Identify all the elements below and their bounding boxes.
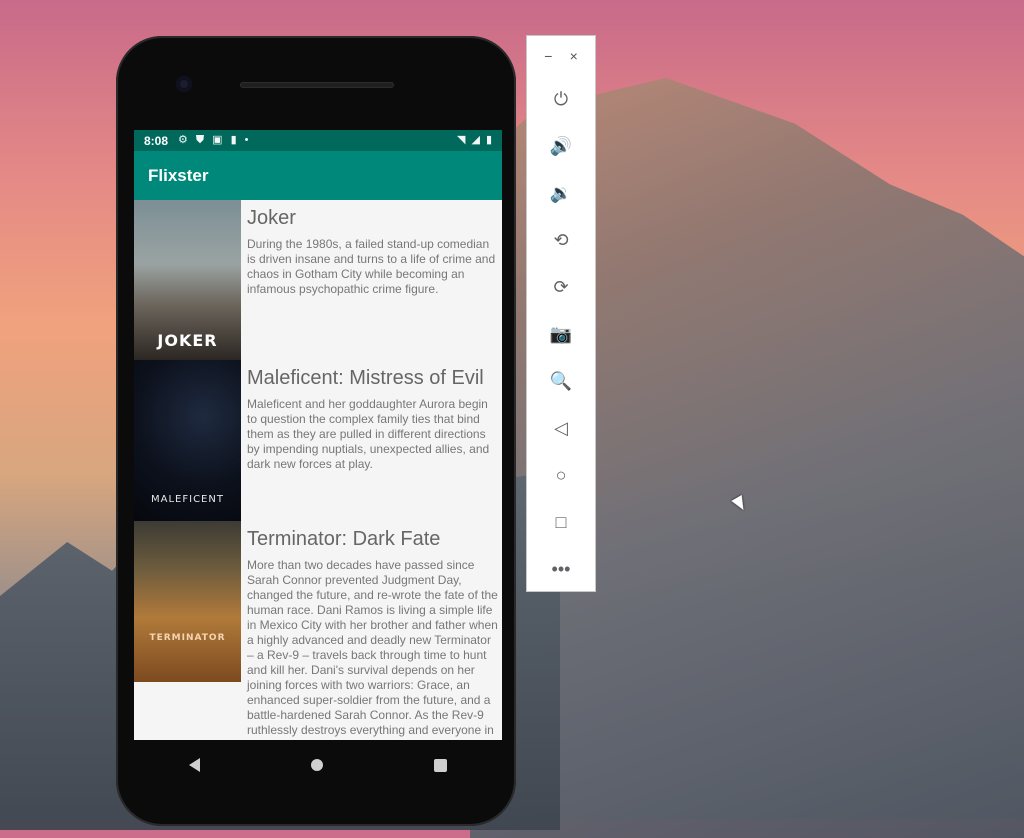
sd-card-icon: ▮ bbox=[230, 134, 237, 146]
home-icon[interactable]: ○ bbox=[527, 452, 595, 499]
status-right-icons: ◥ ◢ ▮ bbox=[457, 135, 492, 146]
movie-title: Maleficent: Mistress of Evil bbox=[247, 367, 484, 389]
volume-up-icon[interactable]: 🔊 bbox=[527, 123, 595, 170]
nav-back-icon[interactable] bbox=[189, 758, 201, 772]
movie-list[interactable]: JOKER Joker During the 1980s, a failed s… bbox=[134, 200, 502, 740]
list-item[interactable]: MALEFICENT Maleficent: Mistress of Evil … bbox=[134, 360, 502, 521]
close-icon[interactable]: × bbox=[570, 48, 578, 64]
list-item[interactable]: JOKER Joker During the 1980s, a failed s… bbox=[134, 200, 502, 360]
movie-text: Maleficent: Mistress of Evil Maleficent … bbox=[247, 360, 502, 521]
app-bar: Flixster bbox=[134, 151, 502, 200]
poster-title-text: TERMINATOR bbox=[149, 633, 226, 643]
movie-poster: MALEFICENT bbox=[134, 360, 241, 521]
status-bar: 8:08 ⚙ ⛊ ▣ ▮ • ◥ ◢ ▮ bbox=[134, 130, 502, 151]
a-icon: ▣ bbox=[212, 134, 223, 146]
nav-home-icon[interactable] bbox=[310, 759, 323, 771]
rotate-left-icon[interactable]: ⟲ bbox=[527, 217, 595, 264]
nav-recents-icon[interactable] bbox=[433, 758, 447, 772]
app-title: Flixster bbox=[148, 165, 209, 185]
volume-down-icon[interactable]: 🔉 bbox=[527, 170, 595, 217]
settings-icon: ⚙ bbox=[178, 134, 188, 146]
phone-screen: 8:08 ⚙ ⛊ ▣ ▮ • ◥ ◢ ▮ Flixster JOKER Joke… bbox=[134, 130, 502, 740]
movie-text: Joker During the 1980s, a failed stand-u… bbox=[247, 200, 502, 360]
movie-overview: During the 1980s, a failed stand-up come… bbox=[247, 237, 496, 296]
camera-icon[interactable]: 📷 bbox=[527, 311, 595, 358]
list-item[interactable]: TERMINATOR Terminator: Dark Fate More th… bbox=[134, 521, 502, 740]
movie-title: Joker bbox=[247, 207, 296, 229]
status-time: 8:08 bbox=[144, 133, 169, 148]
movie-overview: More than two decades have passed since … bbox=[247, 558, 498, 740]
shield-icon: ⛊ bbox=[195, 134, 205, 146]
poster-title-text: JOKER bbox=[157, 331, 218, 350]
android-nav-bar bbox=[134, 740, 502, 790]
minimize-icon[interactable]: − bbox=[544, 48, 552, 64]
movie-poster: JOKER bbox=[134, 200, 241, 360]
dot-icon: • bbox=[244, 134, 249, 146]
android-emulator-phone: 8:08 ⚙ ⛊ ▣ ▮ • ◥ ◢ ▮ Flixster JOKER Joke… bbox=[116, 36, 516, 826]
overview-icon[interactable]: □ bbox=[527, 499, 595, 546]
emulator-toolbar: − × ⏻ 🔊 🔉 ⟲ ⟳ 📷 🔍 ◁ ○ □ ••• bbox=[526, 35, 596, 592]
power-icon[interactable]: ⏻ bbox=[527, 76, 595, 123]
poster-title-text: MALEFICENT bbox=[151, 494, 224, 505]
zoom-icon[interactable]: 🔍 bbox=[527, 358, 595, 405]
wifi-icon: ◥ bbox=[457, 134, 466, 146]
front-camera bbox=[176, 76, 192, 92]
rotate-right-icon[interactable]: ⟳ bbox=[527, 264, 595, 311]
toolbar-window-controls: − × bbox=[527, 36, 595, 76]
more-icon[interactable]: ••• bbox=[527, 546, 595, 593]
battery-icon: ▮ bbox=[485, 134, 492, 146]
back-icon[interactable]: ◁ bbox=[527, 405, 595, 452]
movie-poster: TERMINATOR bbox=[134, 521, 241, 682]
movie-text: Terminator: Dark Fate More than two deca… bbox=[247, 521, 502, 740]
movie-overview: Maleficent and her goddaughter Aurora be… bbox=[247, 397, 490, 471]
movie-title: Terminator: Dark Fate bbox=[247, 528, 441, 550]
earpiece-speaker bbox=[240, 82, 394, 88]
signal-icon: ◢ bbox=[471, 134, 480, 146]
